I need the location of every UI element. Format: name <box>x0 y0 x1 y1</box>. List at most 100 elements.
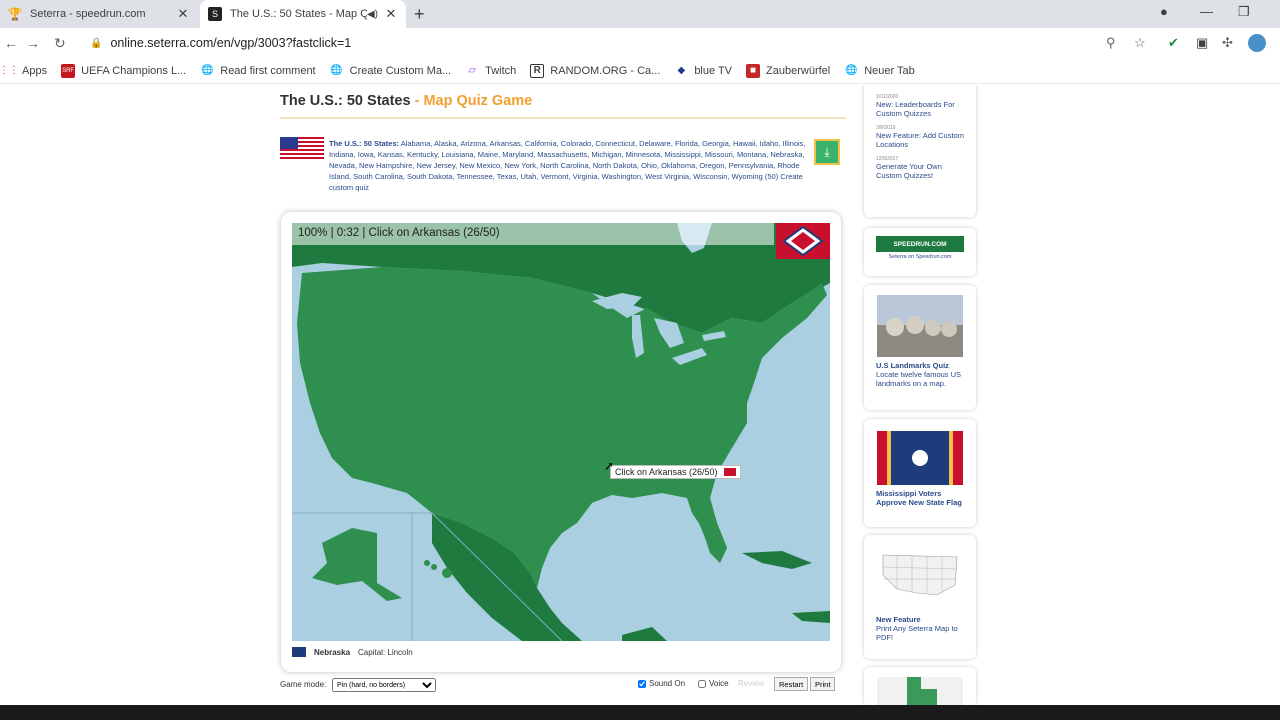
bookmark-label: RANDOM.ORG - Ca... <box>550 64 661 77</box>
landmarks-card[interactable]: U.S Landmarks Quiz Locate twelve famous … <box>864 285 976 410</box>
bookmark-read-first[interactable]: 🌐 Read first comment <box>200 64 316 78</box>
bookmark-label: Twitch <box>485 64 517 77</box>
caribbean-island <box>792 611 830 623</box>
florida[interactable] <box>687 498 727 563</box>
reload-icon[interactable]: ↻ <box>54 35 66 52</box>
hawaii-island[interactable] <box>442 568 452 578</box>
voice-toggle[interactable]: Voice <box>698 679 729 688</box>
news-item[interactable]: 1/31/2020 New: Leaderboards For Custom Q… <box>876 91 964 118</box>
next-ad-card[interactable] <box>864 667 976 705</box>
new-tab-icon[interactable]: + <box>414 4 425 25</box>
speedrun-caption: Seterra on Speedrun.com <box>888 254 952 260</box>
profile-avatar[interactable] <box>1248 34 1266 52</box>
tab-strip: 🏆 Seterra - speedrun.com ✕ S The U.S.: 5… <box>0 0 1280 28</box>
apps-grid-icon: ⋮⋮ <box>0 65 19 76</box>
news-item[interactable]: 12/6/2017 Generate Your Own Custom Quizz… <box>876 153 964 180</box>
close-tab-icon[interactable]: ✕ <box>384 6 398 22</box>
sound-toggle[interactable]: Sound On <box>638 679 685 688</box>
review-link: Review <box>738 679 765 688</box>
landmarks-title: U.S Landmarks Quiz <box>876 361 949 370</box>
bookmark-label: blue TV <box>694 64 733 77</box>
globe-icon: 🌐 <box>201 65 214 76</box>
bookmark-label: Zauberwürfel <box>766 64 831 77</box>
voice-checkbox[interactable] <box>698 679 706 688</box>
sound-checkbox[interactable] <box>638 679 646 688</box>
lock-icon: 🔒 <box>90 37 103 49</box>
central-america <box>622 627 667 641</box>
tab-states-quiz[interactable]: S The U.S.: 50 States - Map Qu ◀) ✕ <box>200 0 406 28</box>
address-bar[interactable]: 🔒 online.seterra.com/en/vgp/3003?fastcli… <box>90 31 1140 55</box>
map-canvas[interactable]: 100% | 0:32 | Click on Arkansas (26/50) … <box>292 223 830 641</box>
hawaii-island[interactable] <box>431 564 437 570</box>
alaska[interactable] <box>312 528 402 601</box>
sound-label: Sound On <box>649 679 686 688</box>
bookmark-twitch[interactable]: ▱ Twitch <box>465 64 516 78</box>
download-icon: ⤓ <box>824 144 830 159</box>
title-main: The U.S.: 50 States <box>280 93 411 109</box>
last-state-capital: Capital: Lincoln <box>358 647 413 657</box>
bookmark-neuer-tab[interactable]: 🌐 Neuer Tab <box>844 64 915 78</box>
zoom-icon[interactable]: ⚲ <box>1106 35 1116 51</box>
page-title: The U.S.: 50 States - Map Quiz Game <box>280 93 532 109</box>
speaker-icon[interactable]: ◀) <box>367 9 378 20</box>
news-item[interactable]: 3/8/2019 New Feature: Add Custom Locatio… <box>876 122 964 149</box>
restore-icon[interactable]: ❐ <box>1238 4 1250 20</box>
speedrun-card[interactable]: SPEEDRUN.COM Seterra on Speedrun.com <box>864 228 976 276</box>
news-text: New Feature: Add Custom Locations <box>876 131 964 149</box>
us-flag-icon <box>280 137 324 161</box>
news-card: 1/31/2020 New: Leaderboards For Custom Q… <box>864 85 976 217</box>
random-org-icon: R <box>530 63 545 78</box>
title-divider <box>280 117 846 119</box>
feature-body: Print Any Seterra Map to PDF! <box>876 624 958 642</box>
us-map <box>292 223 830 641</box>
back-icon[interactable]: ← <box>4 35 18 51</box>
restart-button[interactable]: Restart <box>774 677 809 691</box>
print-pdf-card[interactable]: New Feature Print Any Seterra Map to PDF… <box>864 535 976 659</box>
status-text: 100% | 0:32 | Click on Arkansas (26/50) <box>298 227 500 239</box>
page-content: The U.S.: 50 States - Map Quiz Game The … <box>0 85 1280 705</box>
address-toolbar: ← → ↻ 🔒 online.seterra.com/en/vgp/3003?f… <box>0 28 1280 58</box>
game-mode-select[interactable]: Pin (hard, no borders) <box>332 678 436 692</box>
cube-icon: ■ <box>746 63 761 78</box>
star-icon[interactable]: ☆ <box>1134 35 1146 51</box>
globe-icon: 🌐 <box>845 65 858 76</box>
quiz-status-bar: 100% | 0:32 | Click on Arkansas (26/50) <box>292 223 774 245</box>
feature-title: New Feature <box>876 615 921 624</box>
mississippi-title: Mississippi Voters Approve New State Fla… <box>876 489 962 507</box>
puzzle-icon[interactable]: ✣ <box>1222 35 1233 51</box>
landmarks-body: Locate twelve famous US landmarks on a m… <box>876 370 962 388</box>
close-tab-icon[interactable]: ✕ <box>176 6 190 22</box>
video-bottom-bar <box>0 705 1280 720</box>
tab-title: Seterra - speedrun.com <box>30 8 146 20</box>
bookmark-blue-tv[interactable]: ◆ blue TV <box>674 64 732 78</box>
url-text: online.seterra.com/en/vgp/3003?fastclick… <box>110 36 352 50</box>
forward-icon[interactable]: → <box>26 35 40 51</box>
tab-title: The U.S.: 50 States - Map Qu <box>230 8 367 20</box>
minimize-icon[interactable]: — <box>1200 4 1213 19</box>
bookmark-zauberwuerfel[interactable]: ■ Zauberwürfel <box>746 63 831 78</box>
tab-seterra-speedrun[interactable]: 🏆 Seterra - speedrun.com ✕ <box>0 0 198 28</box>
download-button[interactable]: ⤓ <box>814 139 840 165</box>
bookmarks-bar: ⋮⋮ Apps SRF UEFA Champions L... 🌐 Read f… <box>0 58 1280 84</box>
mississippi-flag-image <box>877 431 963 485</box>
speedrun-logo: SPEEDRUN.COM <box>876 236 964 252</box>
bookmark-uefa[interactable]: SRF UEFA Champions L... <box>61 63 186 78</box>
tooltip-text: Click on Arkansas (26/50) <box>615 467 718 477</box>
mississippi-card[interactable]: Mississippi Voters Approve New State Fla… <box>864 419 976 527</box>
twitch-icon: ▱ <box>468 65 476 76</box>
bookmark-create-custom[interactable]: 🌐 Create Custom Ma... <box>330 64 451 78</box>
extension-icon[interactable]: ▣ <box>1196 35 1208 51</box>
voice-label: Voice <box>709 679 729 688</box>
trophy-icon: 🏆 <box>7 7 23 21</box>
desc-heading: The U.S.: 50 States: <box>329 139 400 148</box>
account-icon[interactable]: ● <box>1160 4 1168 19</box>
bookmark-random-org[interactable]: R RANDOM.ORG - Ca... <box>530 63 661 78</box>
print-button[interactable]: Print <box>810 677 836 691</box>
hawaii-island[interactable] <box>424 560 430 566</box>
bookmark-apps[interactable]: ⋮⋮ Apps <box>0 64 47 78</box>
title-separator: - <box>410 93 424 109</box>
bookmark-label: Neuer Tab <box>864 64 915 77</box>
nebraska-flag-icon <box>292 647 306 657</box>
checkmark-extension-icon[interactable]: ✔ <box>1168 35 1179 51</box>
tooltip-flag-icon <box>723 468 736 476</box>
